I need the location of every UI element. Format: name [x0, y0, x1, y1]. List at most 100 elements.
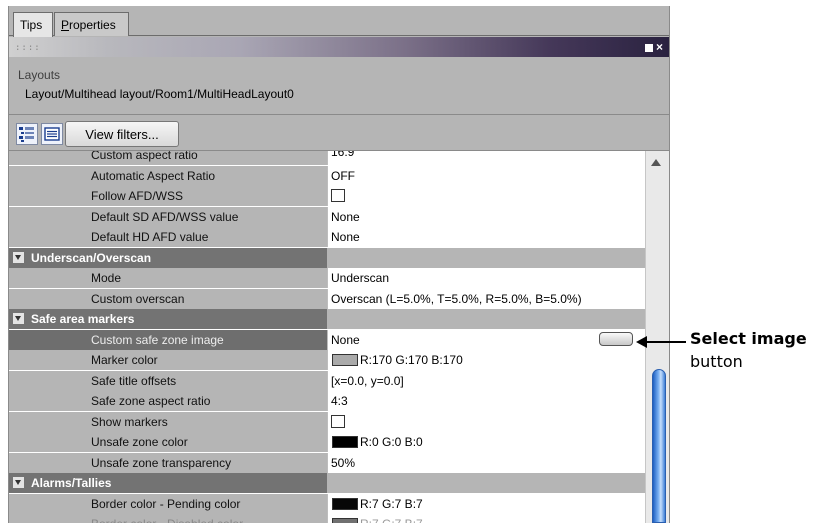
category-label: Underscan/Overscan: [31, 250, 152, 265]
layout-path: Layout/Multihead layout/Room1/MultiHeadL…: [25, 87, 294, 101]
category-label: Alarms/Tallies: [31, 476, 112, 490]
callout-line: [645, 341, 686, 343]
property-value-text: 4:3: [331, 394, 348, 408]
collapse-toggle-icon[interactable]: [13, 477, 24, 488]
callout-arrow-icon: [636, 336, 647, 348]
property-row[interactable]: Border color - Pending color R:7 G:7 B:7: [9, 493, 645, 514]
color-swatch[interactable]: [332, 354, 358, 366]
drag-grip-icon[interactable]: ::::: [15, 43, 41, 53]
property-value[interactable]: Overscan (L=5.0%, T=5.0%, R=5.0%, B=5.0%…: [327, 288, 645, 309]
property-name: Safe zone aspect ratio: [9, 391, 327, 411]
property-value[interactable]: R:7 G:7 B:7: [327, 493, 645, 514]
properties-panel: Tips Properties :::: × Layouts Layout/Mu…: [8, 6, 670, 523]
property-name: Unsafe zone color: [9, 432, 327, 452]
scrollbar-thumb[interactable]: [652, 369, 666, 523]
property-value[interactable]: None: [327, 206, 645, 227]
collapse-toggle-icon[interactable]: [13, 313, 24, 324]
property-name: Follow AFD/WSS: [9, 186, 327, 206]
color-value-text: R:7 G:7 B:7: [360, 517, 423, 523]
property-value[interactable]: [x=0.0, y=0.0]: [327, 370, 645, 391]
property-value[interactable]: 4:3: [327, 391, 645, 411]
property-name: Default HD AFD value: [9, 227, 327, 247]
property-name: Custom aspect ratio: [9, 151, 327, 165]
property-value[interactable]: [327, 411, 645, 432]
property-row[interactable]: Automatic Aspect Ratio OFF: [9, 165, 645, 186]
property-name: Custom safe zone image: [9, 329, 327, 350]
property-value-text: OFF: [331, 168, 355, 183]
category-row[interactable]: Alarms/Tallies: [9, 473, 645, 493]
property-name: Show markers: [9, 411, 327, 432]
scroll-up-arrow-icon[interactable]: [651, 159, 661, 166]
property-value[interactable]: Underscan: [327, 268, 645, 288]
property-value[interactable]: 50%: [327, 452, 645, 473]
property-row[interactable]: Custom safe zone image None: [9, 329, 645, 350]
property-value[interactable]: OFF: [327, 165, 645, 186]
property-value[interactable]: R:0 G:0 B:0: [327, 432, 645, 452]
color-swatch[interactable]: [332, 436, 358, 448]
property-row[interactable]: Custom aspect ratio 16:9: [9, 151, 645, 165]
tab-tips-label: Tips: [20, 18, 43, 32]
restore-icon[interactable]: [644, 43, 653, 52]
property-name: Custom overscan: [9, 288, 327, 309]
color-swatch[interactable]: [332, 497, 358, 510]
collapse-toggle-icon[interactable]: [13, 251, 24, 263]
tab-bar: Tips Properties: [9, 6, 669, 37]
property-row[interactable]: Mode Underscan: [9, 268, 645, 288]
color-value-text: R:0 G:0 B:0: [360, 435, 423, 449]
property-value-text: 16:9: [331, 151, 355, 159]
list-view-icon: [44, 127, 60, 141]
tab-properties[interactable]: Properties: [54, 12, 129, 36]
window-controls: ×: [642, 40, 663, 54]
property-row[interactable]: Default HD AFD value None: [9, 227, 645, 247]
category-value-cell: [327, 309, 645, 329]
color-value-text: R:170 G:170 B:170: [360, 353, 463, 367]
property-name: Unsafe zone transparency: [9, 452, 327, 473]
property-row[interactable]: Safe zone aspect ratio 4:3: [9, 391, 645, 411]
category-name-cell: Safe area markers: [9, 309, 327, 329]
list-view-button[interactable]: [41, 123, 63, 145]
vertical-scrollbar[interactable]: [645, 151, 669, 523]
property-name: Safe title offsets: [9, 370, 327, 391]
panel-title-bar[interactable]: :::: ×: [9, 37, 669, 57]
category-value-cell: [327, 473, 645, 493]
property-checkbox[interactable]: [331, 414, 345, 428]
category-value-cell: [327, 247, 645, 268]
category-row[interactable]: Safe area markers: [9, 309, 645, 329]
categorized-view-icon: [19, 127, 34, 142]
property-value-text: None: [331, 230, 360, 244]
callout-title: Select image: [690, 329, 807, 348]
category-label: Safe area markers: [31, 312, 135, 326]
property-value[interactable]: R:170 G:170 B:170: [327, 350, 645, 370]
property-value[interactable]: None: [327, 329, 645, 350]
property-value-text: Overscan (L=5.0%, T=5.0%, R=5.0%, B=5.0%…: [331, 291, 582, 306]
color-swatch[interactable]: [332, 518, 358, 523]
tab-tips[interactable]: Tips: [13, 12, 53, 37]
property-row[interactable]: Unsafe zone color R:0 G:0 B:0: [9, 432, 645, 452]
property-row[interactable]: Show markers: [9, 411, 645, 432]
select-image-button[interactable]: [599, 331, 633, 346]
property-value-text: None: [331, 209, 360, 224]
property-name: Border color - Disabled color: [9, 514, 327, 523]
property-grid: Custom aspect ratio 16:9 Automatic Aspect …: [9, 151, 645, 523]
property-row[interactable]: Unsafe zone transparency 50%: [9, 452, 645, 473]
property-row[interactable]: Marker color R:170 G:170 B:170: [9, 350, 645, 370]
layouts-section: Layouts Layout/Multihead layout/Room1/Mu…: [9, 57, 669, 115]
property-row[interactable]: Default SD AFD/WSS value None: [9, 206, 645, 227]
category-row[interactable]: Underscan/Overscan: [9, 247, 645, 268]
categorized-view-button[interactable]: [16, 123, 38, 145]
view-filters-button[interactable]: View filters...: [65, 121, 179, 147]
property-value-text: Underscan: [331, 271, 390, 285]
property-value[interactable]: [327, 186, 645, 206]
property-row[interactable]: Border color - Disabled color R:7 G:7 B:7: [9, 514, 645, 523]
property-value[interactable]: None: [327, 227, 645, 247]
close-icon[interactable]: ×: [656, 40, 663, 54]
property-value[interactable]: R:7 G:7 B:7: [327, 514, 645, 523]
tab-properties-mnemonic: P: [61, 18, 70, 32]
property-value[interactable]: 16:9: [327, 151, 645, 165]
tab-properties-label: roperties: [69, 18, 116, 32]
property-row[interactable]: Custom overscan Overscan (L=5.0%, T=5.0%,…: [9, 288, 645, 309]
property-name: Automatic Aspect Ratio: [9, 165, 327, 186]
property-row[interactable]: Follow AFD/WSS: [9, 186, 645, 206]
property-checkbox[interactable]: [331, 189, 345, 202]
property-row[interactable]: Safe title offsets [x=0.0, y=0.0]: [9, 370, 645, 391]
